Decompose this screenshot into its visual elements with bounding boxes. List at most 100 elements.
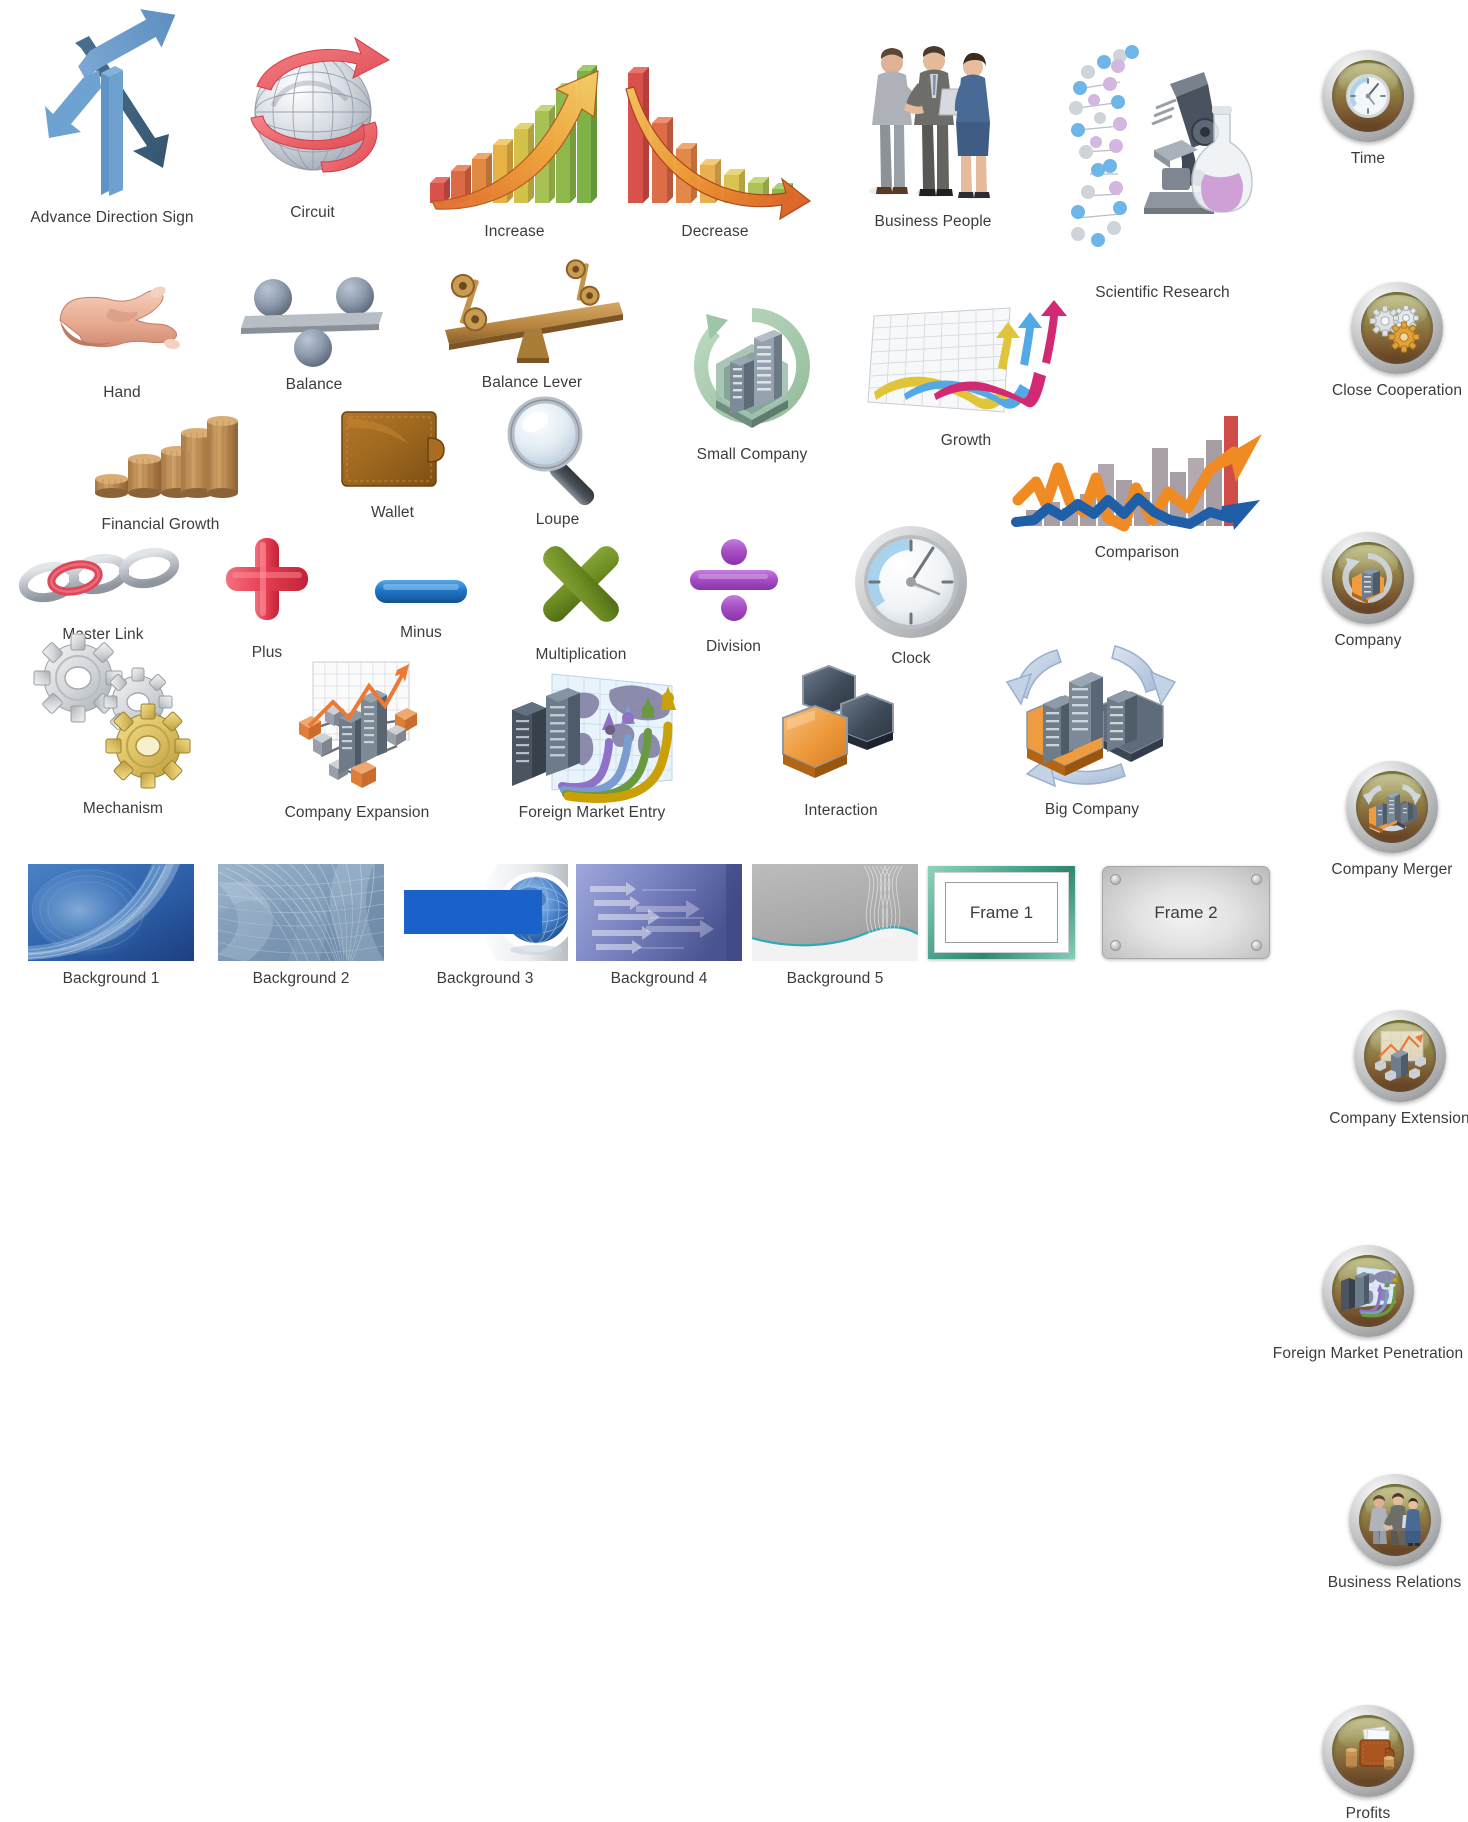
plus-icon: [224, 534, 310, 624]
asset-background-1[interactable]: Background 1: [18, 864, 204, 987]
frame-1-thumb[interactable]: Frame 1: [928, 866, 1075, 959]
background-1-thumb[interactable]: [28, 864, 194, 961]
clock-face-icon: [1346, 74, 1390, 118]
badge-frame: [1322, 532, 1414, 625]
interaction-hexagons-icon: [771, 660, 911, 788]
clipart-label: Business People: [874, 213, 992, 230]
comparison-chart-icon: [1011, 408, 1262, 538]
badge-frame: [1346, 761, 1438, 854]
mechanism-gears-icon: [30, 633, 216, 790]
clipart-plus[interactable]: Plus: [222, 534, 312, 661]
loupe-icon: [503, 396, 613, 506]
advance-direction-sign-icon: [37, 9, 187, 203]
clipart-label: Small Company: [696, 446, 808, 463]
background-5-thumb[interactable]: [752, 864, 918, 961]
badge-foreign-market-penetration[interactable]: Foreign Market Penetration: [1253, 1245, 1468, 1362]
clipart-minus[interactable]: Minus: [372, 578, 470, 641]
clipart-big-company[interactable]: Big Company: [1002, 630, 1182, 818]
asset-background-2[interactable]: Background 2: [208, 864, 394, 987]
clipart-hand[interactable]: Hand: [52, 272, 192, 401]
clipart-foreign-market-entry[interactable]: Foreign Market Entry: [502, 668, 682, 821]
badge-label: Close Cooperation: [1331, 382, 1463, 400]
clipart-comparison[interactable]: Comparison: [1011, 408, 1262, 561]
multiplication-icon: [535, 540, 627, 628]
clipart-scientific-research[interactable]: Scientific Research: [1055, 42, 1270, 301]
balance-lever-icon: [437, 258, 627, 368]
asset-label: Background 3: [436, 970, 534, 987]
badge-label: Company Extension: [1329, 1110, 1468, 1128]
financial-growth-icon: [81, 415, 241, 500]
clipart-decrease[interactable]: Decrease: [620, 55, 812, 240]
clipart-loupe[interactable]: Loupe: [500, 396, 615, 528]
clipart-clock[interactable]: Clock: [852, 524, 970, 667]
asset-frame-1[interactable]: Frame 1: [928, 866, 1075, 959]
asset-background-5[interactable]: Background 5: [742, 864, 928, 987]
screw-icon: [1251, 940, 1262, 951]
badge-frame: [1322, 1705, 1414, 1798]
clipart-increase[interactable]: Increase: [422, 55, 607, 240]
asset-background-4[interactable]: Background 4: [566, 864, 752, 987]
clipart-label: Division: [705, 638, 762, 655]
asset-label: Background 5: [786, 970, 884, 987]
badge-business-relations[interactable]: Business Relations: [1312, 1474, 1468, 1591]
clipart-label: Circuit: [290, 204, 335, 221]
clipart-label: Multiplication: [535, 646, 627, 663]
company-expansion-icon: [277, 660, 437, 800]
clipart-mechanism[interactable]: Mechanism: [28, 633, 218, 817]
clipart-financial-growth[interactable]: Financial Growth: [78, 415, 243, 533]
foreign-market-penetration-icon: [1341, 1266, 1398, 1318]
clipart-label: Foreign Market Entry: [518, 804, 666, 821]
clipart-balance[interactable]: Balance: [240, 272, 388, 393]
clipart-label: Growth: [940, 432, 992, 449]
screw-icon: [1251, 874, 1262, 885]
scientific-research-icon: [1058, 42, 1268, 282]
clipart-multiplication[interactable]: Multiplication: [522, 540, 640, 663]
clipart-interaction[interactable]: Interaction: [766, 660, 916, 819]
badge-profits[interactable]: Profits: [1312, 1705, 1424, 1822]
clipart-company-expansion[interactable]: Company Expansion: [272, 660, 442, 821]
badge-frame: [1322, 50, 1414, 142]
badge-close-cooperation[interactable]: Close Cooperation: [1312, 282, 1468, 399]
badge-time[interactable]: Time: [1312, 50, 1424, 167]
badge-company-extension[interactable]: Company Extension: [1312, 1010, 1468, 1127]
screw-icon: [1110, 940, 1121, 951]
clipart-label: Interaction: [804, 802, 878, 819]
clipart-advance-direction-sign[interactable]: Advance Direction Sign: [22, 9, 202, 226]
balance-icon: [241, 272, 387, 367]
background-4-thumb[interactable]: [576, 864, 742, 961]
circuit-globe-icon: [233, 20, 393, 200]
frame-2-thumb[interactable]: Frame 2: [1102, 866, 1270, 959]
screw-icon: [1110, 874, 1121, 885]
big-company-icon: [1003, 630, 1181, 795]
gears-icon: [1369, 305, 1420, 353]
asset-background-3[interactable]: Background 3: [392, 864, 578, 987]
badge-label: Time: [1350, 150, 1386, 167]
business-people-icon: [860, 45, 1006, 205]
master-link-icon: [18, 547, 186, 610]
clipart-master-link[interactable]: Master Link: [18, 547, 188, 643]
decrease-chart-icon: [620, 55, 812, 221]
clipart-label: Increase: [484, 223, 545, 240]
clipart-label: Financial Growth: [101, 516, 220, 533]
badge-company-merger[interactable]: Company Merger: [1312, 761, 1468, 878]
clock-icon: [853, 524, 969, 640]
clipart-wallet[interactable]: Wallet: [330, 408, 455, 521]
foreign-market-entry-icon: [506, 668, 678, 803]
badge-label: Company Merger: [1331, 861, 1453, 879]
asset-frame-2[interactable]: Frame 2: [1102, 866, 1270, 959]
hand-icon: [54, 272, 190, 362]
clipart-circuit[interactable]: Circuit: [230, 20, 395, 221]
badge-frame: [1353, 1010, 1446, 1103]
clipart-division[interactable]: Division: [686, 538, 781, 655]
background-3-thumb[interactable]: [402, 864, 568, 961]
badge-frame: [1351, 282, 1443, 375]
background-2-thumb[interactable]: [218, 864, 384, 961]
badge-company[interactable]: Company: [1312, 532, 1424, 649]
increase-chart-icon: [422, 55, 607, 215]
company-icon: [1342, 553, 1393, 605]
clipart-balance-lever[interactable]: Balance Lever: [432, 258, 632, 391]
clipart-business-people[interactable]: Business People: [858, 45, 1008, 230]
clipart-label: Comparison: [1094, 544, 1180, 561]
clipart-small-company[interactable]: Small Company: [678, 300, 826, 463]
clipart-label: Plus: [251, 644, 283, 661]
